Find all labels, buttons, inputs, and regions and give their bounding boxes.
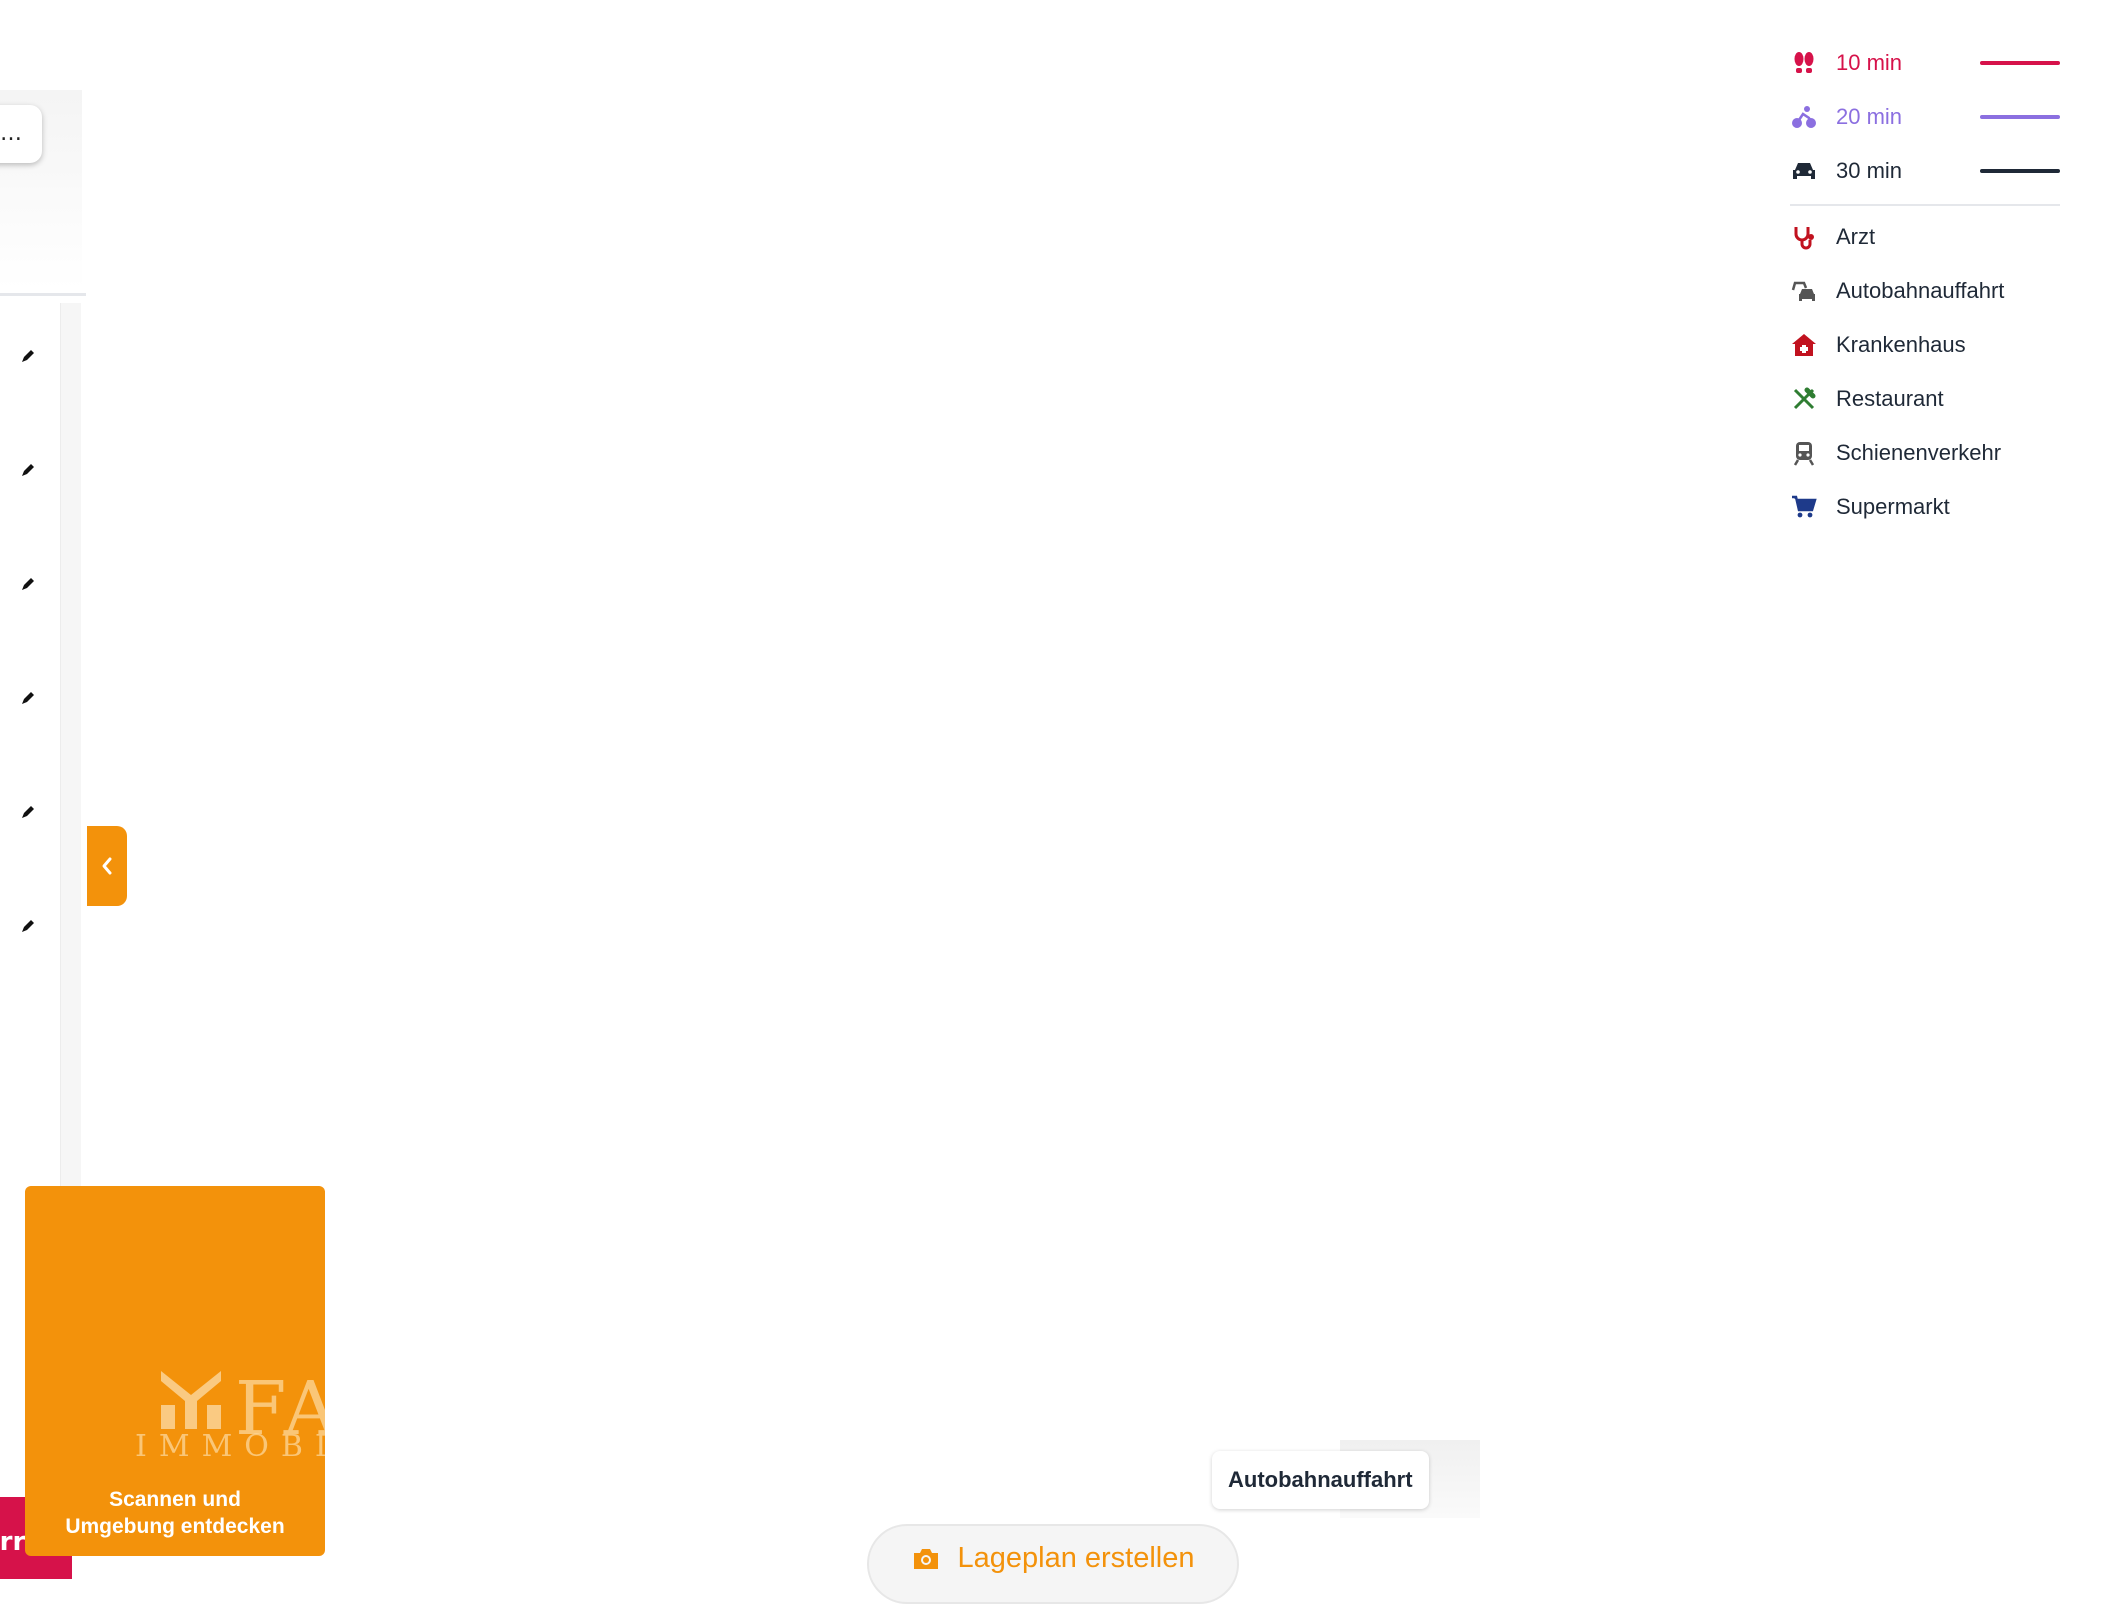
map-legend: 10 min 20 min 30 min Arzt Autobahnauffah… — [1790, 36, 2060, 534]
chevron-left-icon — [102, 857, 112, 875]
train-icon — [1790, 439, 1818, 467]
legend-poi-label: Schienenverkehr — [1836, 440, 2002, 465]
legend-poi-label: Supermarkt — [1836, 494, 1950, 519]
legend-poi-schiene[interactable]: Schienenverkehr — [1790, 426, 2060, 480]
legend-line-car — [1980, 169, 2060, 173]
legend-line-bike — [1980, 115, 2060, 119]
brand-subtitle: IMMOBI — [135, 1429, 325, 1464]
legend-travel-car[interactable]: 30 min — [1790, 144, 2060, 198]
scan-card-text: Scannen und Umgebung entdecken — [25, 1486, 325, 1540]
legend-travel-label: 10 min — [1836, 50, 1903, 75]
edit-icon[interactable] — [20, 462, 36, 478]
edit-icon[interactable] — [20, 690, 36, 706]
stethoscope-icon — [1790, 223, 1818, 251]
legend-poi-krankenhaus[interactable]: Krankenhaus — [1790, 318, 2060, 372]
bicycle-icon — [1790, 103, 1818, 131]
hospital-house-icon — [1790, 331, 1818, 359]
fork-knife-icon — [1790, 385, 1818, 413]
legend-travel-label: 30 min — [1836, 158, 1903, 183]
sidebar-search-input[interactable]: … — [0, 105, 42, 163]
legend-travel-walk[interactable]: 10 min — [1790, 36, 2060, 90]
shopping-cart-icon — [1790, 493, 1818, 521]
legend-poi-label: Krankenhaus — [1836, 332, 1966, 357]
legend-poi-label: Restaurant — [1836, 386, 1944, 411]
edit-icon[interactable] — [20, 804, 36, 820]
legend-travel-label: 20 min — [1836, 104, 1903, 129]
legend-poi-supermarkt[interactable]: Supermarkt — [1790, 480, 2060, 534]
edit-icon[interactable] — [20, 576, 36, 592]
scan-card-line1: Scannen und — [109, 1488, 241, 1511]
highway-cars-icon — [1790, 277, 1818, 305]
sidebar-collapse-button[interactable] — [87, 826, 127, 906]
legend-poi-restaurant[interactable]: Restaurant — [1790, 372, 2060, 426]
edit-icon[interactable] — [20, 348, 36, 364]
legend-poi-label: Autobahnauffahrt — [1836, 278, 2005, 303]
camera-icon — [914, 1549, 939, 1569]
legend-poi-autobahn[interactable]: Autobahnauffahrt — [1790, 264, 2060, 318]
legend-poi-label: Arzt — [1836, 224, 1876, 249]
walking-feet-icon — [1790, 49, 1818, 77]
legend-divider — [1790, 204, 2060, 206]
create-site-plan-label: Lageplan erstellen — [957, 1542, 1195, 1574]
sidebar-divider — [0, 293, 86, 296]
edit-icon[interactable] — [20, 918, 36, 934]
create-site-plan-button[interactable]: Lageplan erstellen — [867, 1524, 1239, 1604]
scan-card-line2: Umgebung entdecken — [65, 1515, 285, 1538]
qr-scan-card[interactable]: FA IMMOBI Scannen und Umgebung entdecken — [25, 1186, 325, 1556]
map-poi-label[interactable]: Autobahnauffahrt — [1212, 1451, 1429, 1509]
legend-travel-bike[interactable]: 20 min — [1790, 90, 2060, 144]
car-icon — [1790, 157, 1818, 185]
legend-poi-arzt[interactable]: Arzt — [1790, 210, 2060, 264]
legend-line-walk — [1980, 61, 2060, 65]
